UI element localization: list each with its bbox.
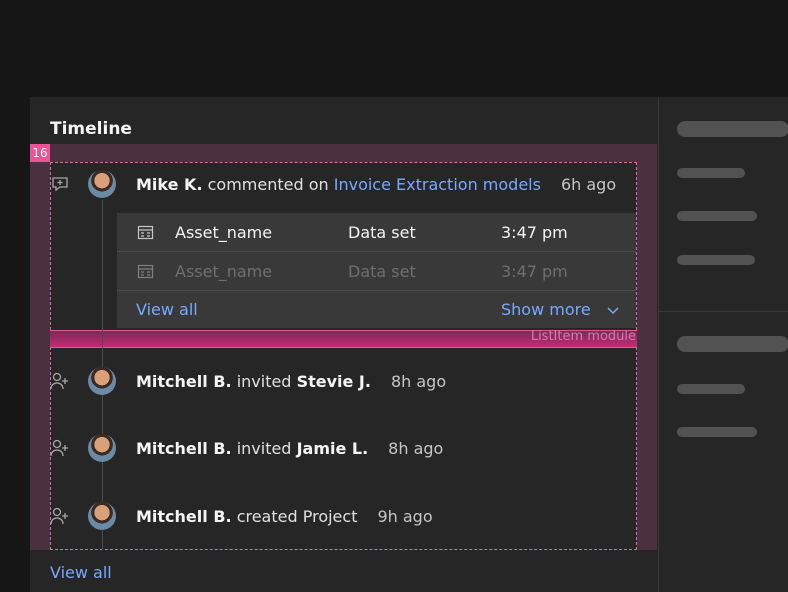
skeleton-line xyxy=(677,168,745,178)
user-add-icon xyxy=(50,438,70,458)
asset-table-footer: View all Show more xyxy=(117,291,636,328)
timeline-view-all-link[interactable]: View all xyxy=(50,563,112,582)
spacing-badge: 16 xyxy=(30,144,50,162)
timeline-item: Mitchell B. invited Stevie J. 8h ago xyxy=(50,361,637,401)
skeleton-line xyxy=(677,211,757,221)
action-text: commented on xyxy=(207,174,329,194)
user-add-icon xyxy=(50,371,70,391)
skeleton-line xyxy=(677,384,745,394)
asset-name: Asset_name xyxy=(175,223,273,242)
actor-name: Mike K. xyxy=(136,174,203,194)
timeline-item: Mitchell B. invited Jamie L. 8h ago xyxy=(50,428,637,468)
asset-type: Data set xyxy=(348,262,416,281)
table-row[interactable]: Asset_name Data set 3:47 pm xyxy=(117,252,636,291)
side-panel xyxy=(658,97,788,592)
timestamp: 8h ago xyxy=(390,371,447,391)
action-text: invited xyxy=(236,371,292,391)
chevron-down-icon xyxy=(607,306,619,314)
target-link[interactable]: Invoice Extraction models xyxy=(334,175,541,194)
table-row[interactable]: Asset_name Data set 3:47 pm xyxy=(117,213,636,252)
table-icon xyxy=(137,225,154,240)
skeleton-line xyxy=(677,121,788,137)
target-name: Stevie J. xyxy=(296,371,371,391)
avatar xyxy=(88,434,116,462)
show-more-label: Show more xyxy=(501,300,591,319)
actor-name: Mitchell B. xyxy=(136,506,232,526)
avatar xyxy=(88,367,116,395)
actor-name: Mitchell B. xyxy=(136,371,232,391)
skeleton-line xyxy=(677,427,757,437)
timeline-title: Timeline xyxy=(50,119,132,139)
avatar xyxy=(88,502,116,530)
asset-name: Asset_name xyxy=(175,262,273,281)
view-all-link[interactable]: View all xyxy=(136,300,198,319)
timestamp: 8h ago xyxy=(388,438,444,458)
module-label: ListItem module xyxy=(530,329,636,344)
show-more-button[interactable]: Show more xyxy=(501,300,620,319)
add-comment-icon xyxy=(50,174,70,194)
table-icon xyxy=(137,264,154,279)
timestamp: 6h ago xyxy=(560,174,617,194)
asset-table: Asset_name Data set 3:47 pm Asset_name D… xyxy=(117,213,636,328)
timeline-item: Mike K. commented on Invoice Extraction … xyxy=(50,164,637,204)
action-text: invited xyxy=(236,438,292,458)
asset-time: 3:47 pm xyxy=(501,223,568,242)
skeleton-line xyxy=(677,336,788,352)
skeleton-line xyxy=(677,255,755,265)
target-name: Jamie L. xyxy=(296,438,369,458)
action-text: created Project xyxy=(236,506,358,526)
asset-type: Data set xyxy=(348,223,416,242)
timeline-item: Mitchell B. created Project 9h ago xyxy=(50,496,637,536)
side-divider xyxy=(659,311,788,312)
asset-time: 3:47 pm xyxy=(501,262,568,281)
avatar xyxy=(88,170,116,198)
actor-name: Mitchell B. xyxy=(136,438,232,458)
user-add-icon xyxy=(50,506,70,526)
timestamp: 9h ago xyxy=(377,506,433,526)
